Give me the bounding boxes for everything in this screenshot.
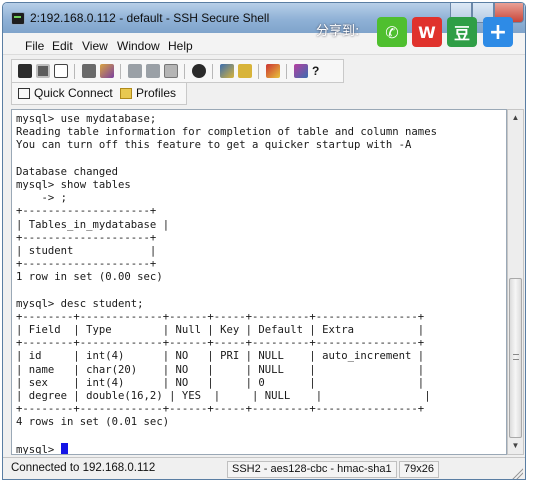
terminal-line: +--------+-------------+------+-----+---… bbox=[16, 337, 425, 350]
douban-icon: 豆 bbox=[453, 24, 470, 43]
find-icon[interactable] bbox=[192, 64, 206, 78]
scroll-up-arrow-icon[interactable]: ▲ bbox=[508, 110, 523, 126]
folder-icon bbox=[120, 88, 132, 99]
terminal-line: -> ; bbox=[16, 192, 68, 205]
terminal-line: +--------------------+ bbox=[16, 231, 157, 244]
terminal-line: | Field | Type | Null | Key | Default | … bbox=[16, 324, 425, 336]
window-title: 2:192.168.0.112 - default - SSH Secure S… bbox=[30, 11, 270, 25]
terminal-line: mysql> show tables bbox=[16, 178, 131, 191]
quick-connect-bar: Quick Connect Profiles bbox=[11, 83, 187, 105]
toolbar-separator bbox=[74, 64, 75, 79]
paste-icon[interactable] bbox=[146, 64, 160, 78]
ssh-window: 2:192.168.0.112 - default - SSH Secure S… bbox=[2, 2, 526, 480]
status-bar: Connected to 192.168.0.112 SSH2 - aes128… bbox=[3, 457, 525, 479]
terminal-line: | name | char(20) | NO | | NULL | | bbox=[16, 363, 425, 376]
terminal-size-status: 79x26 bbox=[399, 461, 439, 478]
save-icon[interactable] bbox=[18, 64, 32, 78]
terminal-text: mysql> use mydatabase; Reading table info… bbox=[16, 113, 437, 455]
terminal-line: mysql> desc student; bbox=[16, 297, 144, 310]
terminal-prompt: mysql> bbox=[16, 443, 61, 455]
connect-icon[interactable] bbox=[82, 64, 96, 78]
quick-connect-button[interactable]: Quick Connect bbox=[34, 86, 113, 100]
terminal-app-icon bbox=[11, 12, 25, 25]
terminal-line: | Tables_in_mydatabase | bbox=[16, 218, 170, 231]
terminal-output[interactable]: mysql> use mydatabase; Reading table info… bbox=[11, 109, 507, 455]
cipher-status: SSH2 - aes128-cbc - hmac-sha1 bbox=[227, 461, 397, 478]
profile-icon[interactable] bbox=[294, 64, 308, 78]
terminal-line: +--------------------+ bbox=[16, 258, 157, 271]
print-preview-icon[interactable] bbox=[54, 64, 68, 78]
disconnect-icon[interactable] bbox=[100, 64, 114, 78]
file-transfer-icon[interactable] bbox=[238, 64, 252, 78]
terminal-line: 4 rows in set (0.01 sec) bbox=[16, 416, 170, 429]
weibo-share-button[interactable]: W bbox=[412, 17, 442, 47]
terminal-line: +--------+-------------+------+-----+---… bbox=[16, 403, 425, 416]
toolbar-separator bbox=[258, 64, 259, 79]
toolbar-separator bbox=[212, 64, 213, 79]
terminal-line: | sex | int(4) | NO | | 0 | | bbox=[16, 376, 425, 389]
terminal-line: | id | int(4) | NO | PRI | NULL | auto_i… bbox=[16, 350, 425, 363]
douban-share-button[interactable]: 豆 bbox=[447, 17, 477, 47]
toolbar-separator bbox=[120, 64, 121, 79]
menu-edit[interactable]: Edit bbox=[52, 39, 73, 53]
terminal-line: Database changed bbox=[16, 165, 119, 178]
toolbar-separator bbox=[184, 64, 185, 79]
terminal-line: Reading table information for completion… bbox=[16, 126, 437, 139]
terminal-cursor bbox=[60, 442, 68, 454]
connection-status: Connected to 192.168.0.112 bbox=[11, 462, 156, 474]
terminal-line: You can turn off this feature to get a q… bbox=[16, 139, 412, 152]
terminal-prompt-line[interactable]: mysql> bbox=[16, 442, 437, 455]
weibo-icon: W bbox=[418, 22, 436, 42]
copy-icon[interactable] bbox=[128, 64, 142, 78]
more-share-button[interactable]: + bbox=[483, 17, 513, 47]
wechat-icon: ✆ bbox=[385, 22, 399, 42]
help-icon[interactable]: ? bbox=[312, 64, 326, 78]
terminal-line: | degree | double(16,2) | YES | | NULL |… bbox=[16, 389, 431, 402]
menu-help[interactable]: Help bbox=[168, 39, 193, 53]
terminal-line: +--------+-------------+------+-----+---… bbox=[16, 310, 425, 323]
vertical-scrollbar[interactable]: ▲ ▼ bbox=[507, 109, 524, 455]
scrollbar-grip bbox=[513, 354, 519, 360]
terminal-line: +--------------------+ bbox=[16, 205, 157, 218]
terminal-line: 1 row in set (0.00 sec) bbox=[16, 271, 163, 284]
share-label: 分享到: bbox=[316, 24, 360, 39]
new-file-transfer-icon[interactable] bbox=[220, 64, 234, 78]
paste-selection-icon[interactable] bbox=[164, 64, 178, 78]
terminal-line: mysql> use mydatabase; bbox=[16, 113, 157, 125]
profiles-button[interactable]: Profiles bbox=[136, 86, 176, 100]
menu-window[interactable]: Window bbox=[117, 39, 160, 53]
print-icon[interactable] bbox=[36, 64, 50, 78]
menu-file[interactable]: File bbox=[25, 39, 44, 53]
toolbar-separator bbox=[286, 64, 287, 79]
wechat-share-button[interactable]: ✆ bbox=[377, 17, 407, 47]
plus-icon: + bbox=[488, 19, 508, 45]
terminal-line: | student | bbox=[16, 244, 157, 257]
menu-view[interactable]: View bbox=[82, 39, 108, 53]
settings-icon[interactable] bbox=[266, 64, 280, 78]
scroll-down-arrow-icon[interactable]: ▼ bbox=[508, 438, 523, 454]
scrollbar-thumb[interactable] bbox=[509, 278, 522, 438]
toolbar: ? bbox=[11, 59, 344, 83]
resize-grip[interactable] bbox=[511, 467, 523, 479]
quick-connect-icon bbox=[18, 88, 30, 99]
